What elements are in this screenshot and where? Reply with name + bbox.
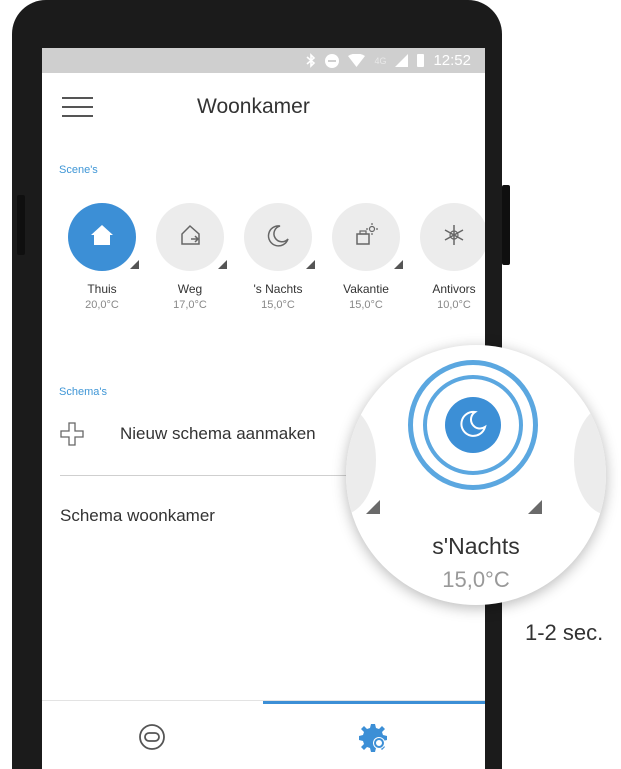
bottom-nav xyxy=(42,700,485,769)
gear-icon xyxy=(359,722,389,757)
snowflake-icon xyxy=(441,222,467,253)
scene-temp: 17,0°C xyxy=(173,299,207,311)
moon-icon xyxy=(265,222,291,253)
plus-icon xyxy=(60,422,84,446)
magnifier-neighbor-scene xyxy=(574,405,606,515)
scene-name: Vakantie xyxy=(343,282,389,296)
scene-circle xyxy=(156,203,227,271)
scene-temp: 15,0°C xyxy=(349,299,383,311)
home-icon xyxy=(89,222,115,253)
scene-circle xyxy=(420,203,485,271)
status-bar: 4G 12:52 xyxy=(42,48,485,73)
divider xyxy=(60,475,395,476)
schema-item[interactable]: Schema woonkamer xyxy=(60,506,215,526)
magnifier-scene-button[interactable] xyxy=(445,397,501,453)
volume-button xyxy=(17,195,25,255)
corner-marker xyxy=(528,500,542,514)
do-not-disturb-icon xyxy=(325,53,340,68)
scene-toggle-icon xyxy=(138,723,166,756)
scene-vakantie[interactable]: Vakantie 15,0°C xyxy=(326,203,406,311)
scene-antivors[interactable]: Antivors 10,0°C xyxy=(414,203,485,311)
scene-name: Antivors xyxy=(432,282,476,296)
new-schema-label: Nieuw schema aanmaken xyxy=(120,424,316,443)
scene-circle xyxy=(244,203,315,271)
scenes-tab-button[interactable] xyxy=(132,719,172,759)
scene-name: 's Nachts xyxy=(253,282,303,296)
scene-circle xyxy=(332,203,403,271)
scene-magnifier: s'Nachts 15,0°C xyxy=(346,345,606,605)
scene-temp: 10,0°C xyxy=(437,299,471,311)
scene-snachts[interactable]: 's Nachts 15,0°C xyxy=(238,203,318,311)
wifi-icon xyxy=(348,54,366,67)
moon-icon xyxy=(458,408,488,443)
scene-weg[interactable]: Weg 17,0°C xyxy=(150,203,230,311)
scenes-label: Scene's xyxy=(59,164,98,176)
signal-icon xyxy=(395,54,409,67)
status-time: 12:52 xyxy=(433,52,471,69)
corner-marker xyxy=(366,500,380,514)
menu-icon[interactable] xyxy=(62,97,93,117)
power-button xyxy=(502,185,510,265)
scene-thuis[interactable]: Thuis 20,0°C xyxy=(62,203,142,311)
app-header: Woonkamer xyxy=(42,73,485,143)
scene-circle xyxy=(68,203,139,271)
scene-temp: 20,0°C xyxy=(85,299,119,311)
active-tab-indicator xyxy=(263,701,485,704)
scene-name: Thuis xyxy=(87,282,117,296)
network-type: 4G xyxy=(374,55,387,66)
settings-tab-button[interactable] xyxy=(354,719,394,759)
magnifier-scene-name: s'Nachts xyxy=(432,533,520,559)
schemas-label: Schema's xyxy=(59,386,107,398)
page-title: Woonkamer xyxy=(197,95,310,118)
magnifier-neighbor-scene xyxy=(346,405,376,515)
scene-name: Weg xyxy=(177,282,203,296)
press-duration-label: 1-2 sec. xyxy=(525,620,604,645)
bluetooth-icon xyxy=(306,53,316,68)
scene-temp: 15,0°C xyxy=(261,299,295,311)
scene-list: Thuis 20,0°C Weg 17,0°C 's Nachts 15,0°C… xyxy=(42,203,485,323)
magnifier-scene-temp: 15,0°C xyxy=(442,567,510,592)
suitcase-sun-icon xyxy=(353,222,379,253)
battery-icon xyxy=(417,54,425,67)
leave-home-icon xyxy=(177,222,203,253)
